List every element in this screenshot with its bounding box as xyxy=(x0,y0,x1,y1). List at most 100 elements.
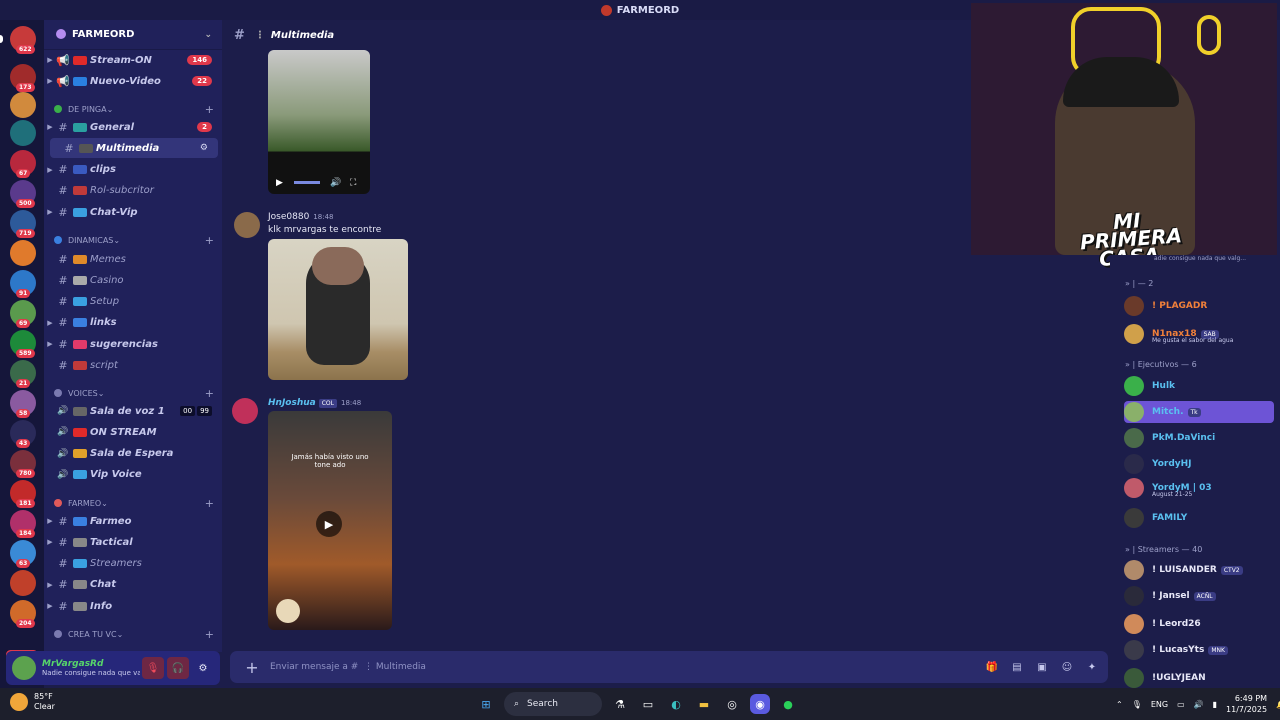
add-attachment-button[interactable]: + xyxy=(244,658,260,677)
member-item[interactable]: YordyHJ xyxy=(1124,453,1274,475)
channel-item[interactable]: ▶ # Info xyxy=(44,596,222,616)
edge-icon[interactable]: ◐ xyxy=(666,694,686,714)
message-input[interactable]: Enviar mensaje a # ⋮ Multimedia xyxy=(270,662,426,672)
volume-icon[interactable]: 🔊 xyxy=(1194,700,1204,709)
widgets-icon[interactable]: ⚗ xyxy=(610,694,630,714)
server-header[interactable]: FARMEORD ⌄ xyxy=(44,20,222,50)
chevron-down-icon[interactable]: ⌄ xyxy=(204,30,212,40)
deafen-icon[interactable]: 🎧 xyxy=(167,657,189,679)
spotify-icon[interactable]: ● xyxy=(778,694,798,714)
channel-category[interactable]: DE PINGA ⌄ + xyxy=(54,102,214,116)
avatar[interactable] xyxy=(234,212,260,238)
channel-item[interactable]: # Setup xyxy=(44,292,222,312)
channel-item[interactable]: 🔊 Vip Voice xyxy=(44,465,222,485)
channel-item[interactable]: # Streamers xyxy=(44,554,222,574)
clock[interactable]: 6:49 PM 11/7/2025 xyxy=(1226,693,1267,715)
author-name[interactable]: Jose0880 xyxy=(268,212,309,222)
avatar[interactable] xyxy=(232,398,258,424)
channel-item[interactable]: # Memes xyxy=(44,249,222,269)
channel-item[interactable]: ▶ # General 2 xyxy=(44,117,222,137)
video-attachment[interactable]: ▶ 🔊 ⛶ xyxy=(268,50,370,194)
member-item[interactable]: !UGLYJEAN xyxy=(1124,667,1274,689)
create-channel-icon[interactable]: + xyxy=(205,628,214,641)
image-attachment[interactable] xyxy=(268,239,408,380)
sticker-icon[interactable]: ▣ xyxy=(1036,661,1048,673)
unread-arrow-icon: ▶ xyxy=(47,340,53,349)
member-item[interactable]: ! PLAGADR xyxy=(1124,295,1274,317)
create-channel-icon[interactable]: + xyxy=(205,387,214,400)
weather-widget[interactable]: 85°F Clear xyxy=(10,692,55,712)
channel-item[interactable]: 🔊 Sala de Espera xyxy=(44,444,222,464)
channel-item[interactable]: ▶ 📢 Stream-ON 146 xyxy=(44,50,222,70)
member-item[interactable]: FAMILY xyxy=(1124,507,1274,529)
channel-item[interactable]: ▶ # Tactical xyxy=(44,532,222,552)
server-icon[interactable] xyxy=(10,570,36,596)
gift-icon[interactable]: 🎁 xyxy=(986,661,998,673)
channel-item[interactable]: 🔊 ON STREAM xyxy=(44,422,222,442)
avatar[interactable] xyxy=(12,656,36,680)
channel-item[interactable]: ▶ # links xyxy=(44,313,222,333)
task-view-icon[interactable]: ▭ xyxy=(638,694,658,714)
play-icon[interactable]: ▶ xyxy=(316,511,342,537)
apps-icon[interactable]: ✦ xyxy=(1086,661,1098,673)
channel-item[interactable]: ▶ 📢 Nuevo-Video 22 xyxy=(44,71,222,91)
author-name[interactable]: HnJoshua xyxy=(268,398,316,408)
fullscreen-icon[interactable]: ⛶ xyxy=(350,178,356,188)
channel-item[interactable]: # Multimedia ⚙ xyxy=(50,138,218,159)
create-channel-icon[interactable]: + xyxy=(205,103,214,116)
channel-item[interactable]: # script xyxy=(44,356,222,376)
channel-category[interactable]: DINAMICAS ⌄ + xyxy=(54,233,214,247)
message-author[interactable]: HnJoshua COL 18:48 xyxy=(268,398,361,408)
channel-item[interactable]: ▶ # Farmeo xyxy=(44,511,222,531)
server-icon[interactable] xyxy=(10,120,36,146)
file-explorer-icon[interactable]: ▬ xyxy=(694,694,714,714)
channel-category[interactable]: VOICES ⌄ + xyxy=(54,386,214,400)
search-box[interactable]: ⌕ Search xyxy=(504,692,602,716)
member-item[interactable]: Hulk xyxy=(1124,375,1274,397)
start-icon[interactable]: ⊞ xyxy=(476,694,496,714)
channel-item[interactable]: 🔊 Sala de voz 1 00 99 xyxy=(44,401,222,421)
server-icon[interactable] xyxy=(10,92,36,118)
channel-item[interactable]: ▶ # Chat xyxy=(44,575,222,595)
member-item[interactable]: Mitch. Tk xyxy=(1124,401,1274,423)
hash-icon: # xyxy=(58,514,68,528)
message-author[interactable]: Jose0880 18:48 xyxy=(268,212,333,222)
create-channel-icon[interactable]: + xyxy=(205,234,214,247)
play-icon[interactable]: ▶ xyxy=(276,178,283,188)
volume-icon[interactable]: 🔊 xyxy=(330,178,341,188)
settings-gear-icon[interactable]: ⚙ xyxy=(192,657,214,679)
member-item[interactable]: ! LucasYts MNK xyxy=(1124,639,1274,661)
channel-category[interactable]: FARMEO ⌄ + xyxy=(54,496,214,510)
avatar xyxy=(1124,428,1144,448)
channel-item[interactable]: # Rol-subcritor xyxy=(44,181,222,201)
member-item[interactable]: PkM.DaVinci xyxy=(1124,427,1274,449)
channel-name: Info xyxy=(90,600,113,612)
member-item[interactable]: ! Jansel ACÑL xyxy=(1124,585,1274,607)
chevron-up-icon[interactable]: ⌃ xyxy=(1116,700,1123,709)
member-item[interactable]: YordyM | 03 August 21-25 xyxy=(1124,477,1274,499)
member-item[interactable]: ! LUISANDER CTV2 xyxy=(1124,559,1274,581)
microphone-icon[interactable]: 🎙 xyxy=(1132,700,1142,709)
server-icon[interactable] xyxy=(10,240,36,266)
emoji-icon[interactable]: ☺ xyxy=(1061,661,1073,673)
member-item[interactable]: ! Leord26 xyxy=(1124,613,1274,635)
member-item[interactable]: N1nax18 SAB Me gusta el sabor del agua xyxy=(1124,323,1274,345)
battery-icon[interactable]: ▮ xyxy=(1213,700,1217,709)
mention-badge: 184 xyxy=(16,529,35,538)
network-icon[interactable]: ▭ xyxy=(1177,700,1185,709)
chrome-icon[interactable]: ◎ xyxy=(722,694,742,714)
video-attachment[interactable]: Jamás había visto uno tone ado ▶ xyxy=(268,411,392,630)
channel-settings-icon[interactable]: ⚙ xyxy=(200,143,208,153)
channel-category[interactable]: crea tu vc ⌄ + xyxy=(54,627,214,641)
language-indicator[interactable]: ENG xyxy=(1151,700,1168,709)
notification-icon[interactable]: 🔔 xyxy=(1276,700,1280,709)
channel-item[interactable]: # Casino xyxy=(44,270,222,290)
channel-item[interactable]: ▶ # sugerencias xyxy=(44,334,222,354)
discord-icon[interactable]: ◉ xyxy=(750,694,770,714)
channel-item[interactable]: ▶ # clips xyxy=(44,160,222,180)
progress-bar[interactable] xyxy=(294,181,320,184)
create-channel-icon[interactable]: + xyxy=(205,497,214,510)
mute-icon[interactable]: 🎙 xyxy=(142,657,164,679)
gif-icon[interactable]: ▤ xyxy=(1011,661,1023,673)
channel-item[interactable]: ▶ # Chat-Vip xyxy=(44,202,222,222)
